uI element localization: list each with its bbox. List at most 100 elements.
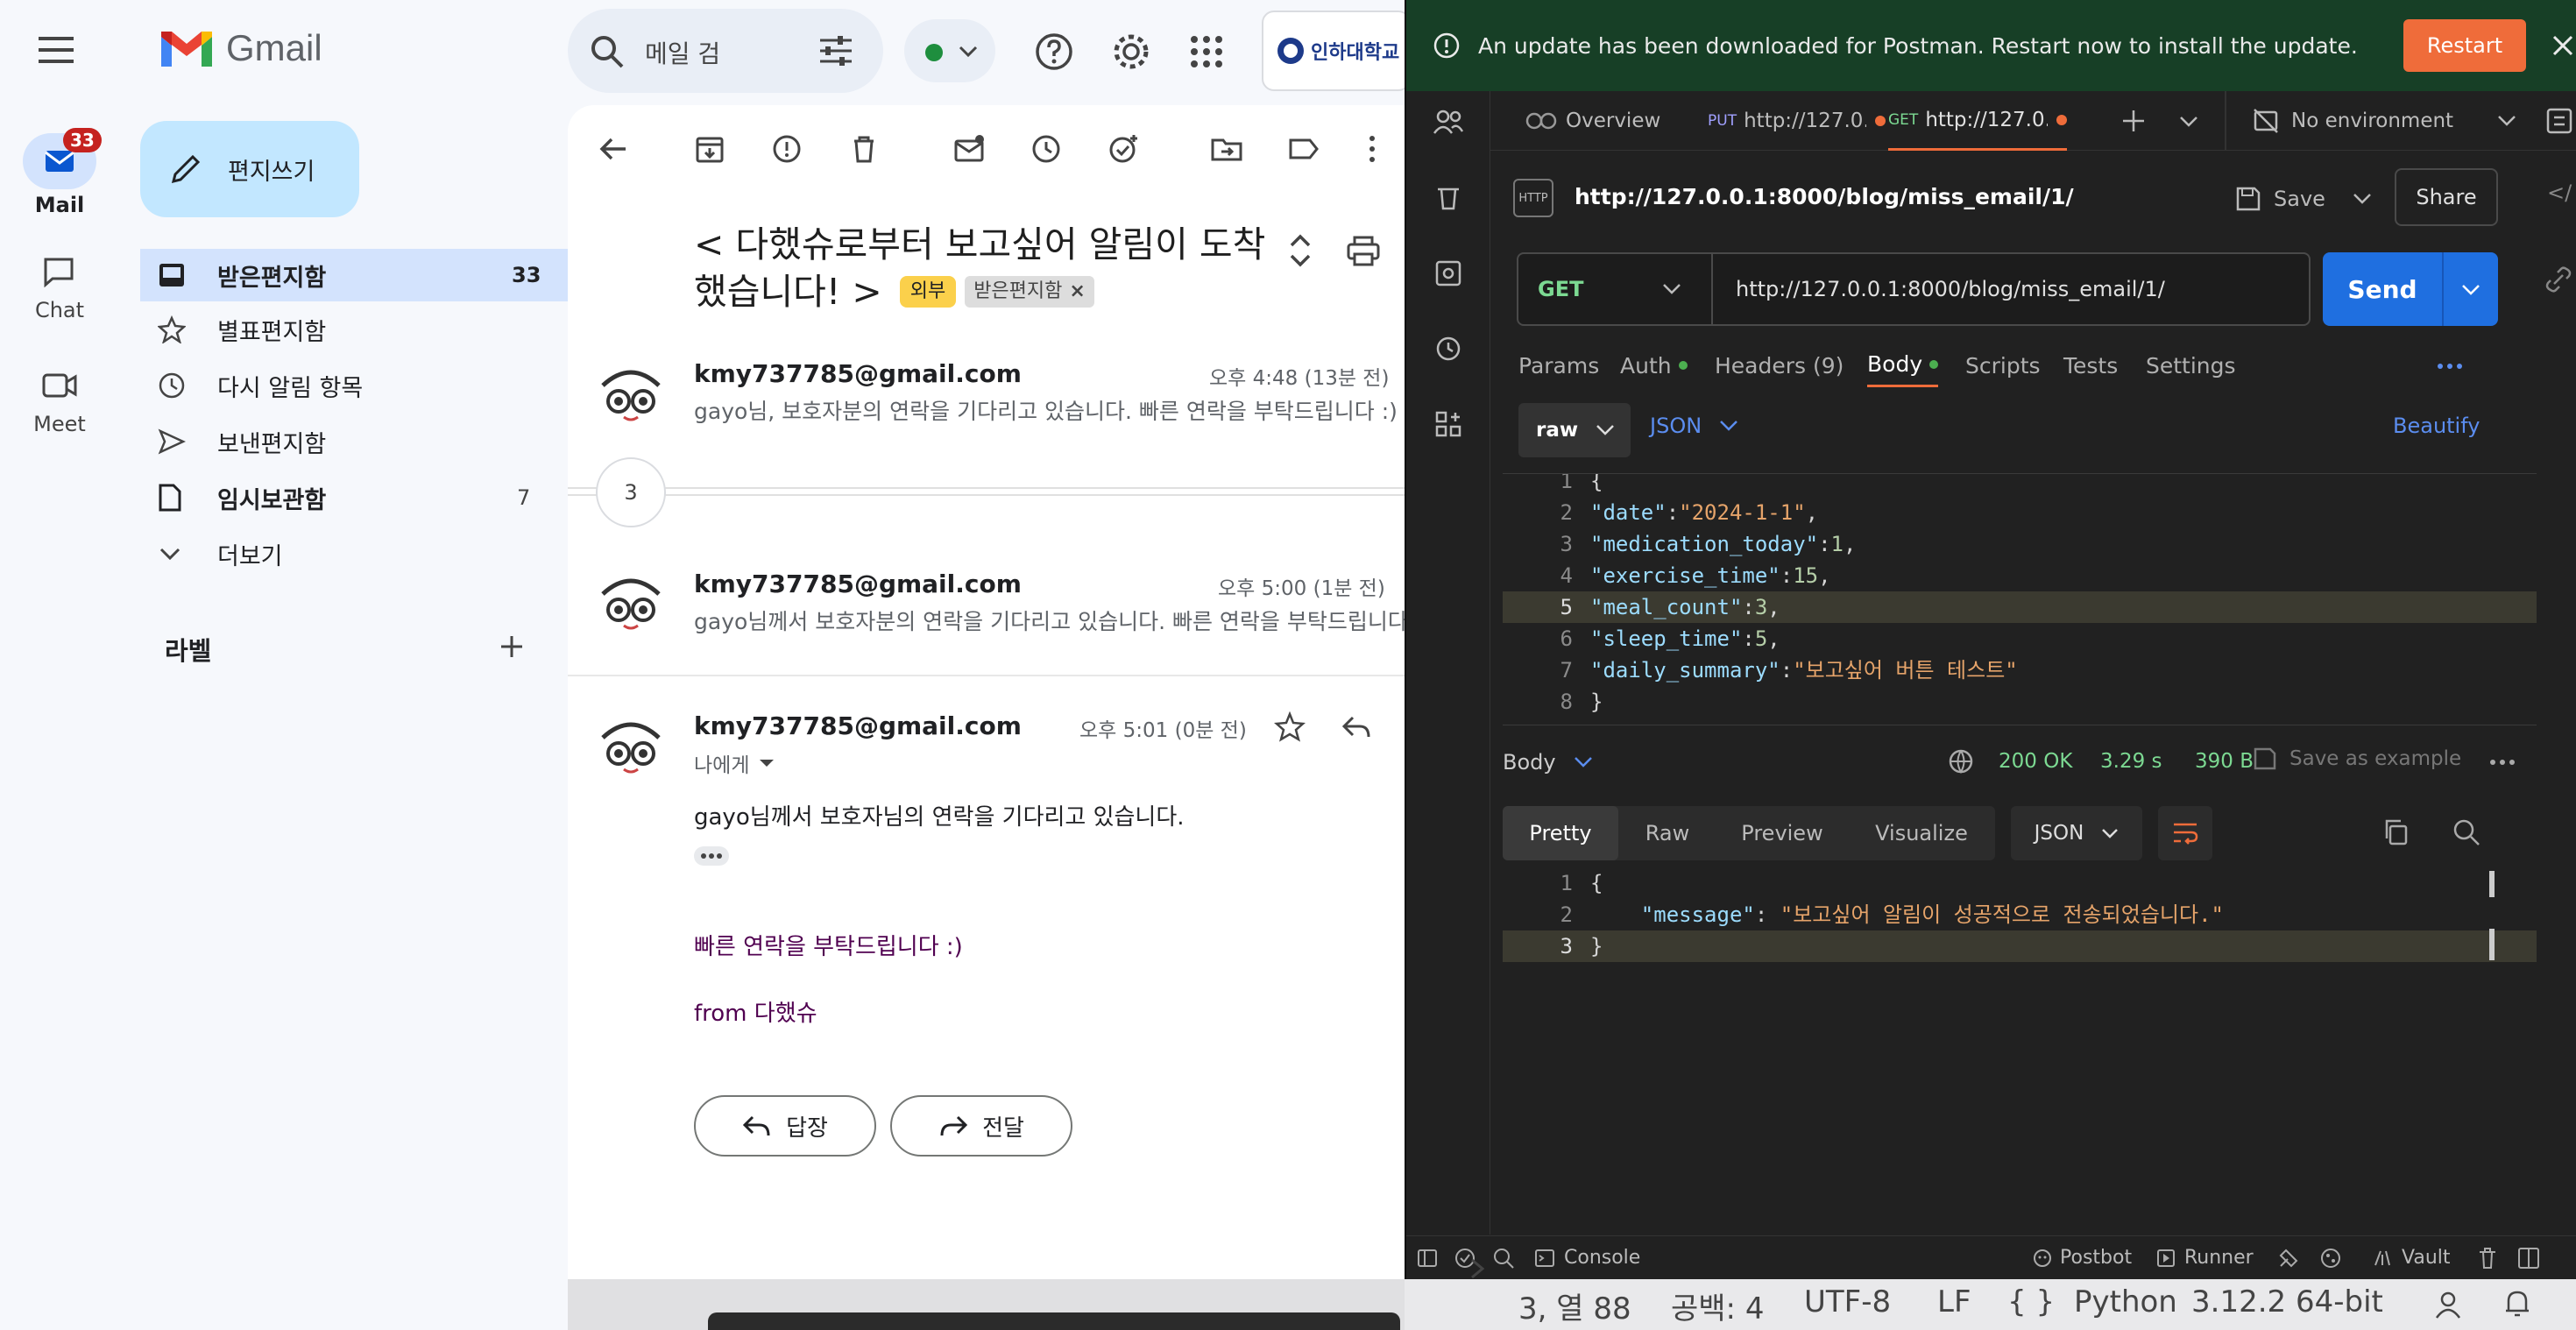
body-mode-selector[interactable]: raw [1518,403,1631,457]
cursor-position[interactable]: 3, 열 88 [1518,1284,1631,1327]
response-status[interactable]: 200 OK [1999,750,2072,773]
toggle-sidebar-icon[interactable] [1417,1249,1438,1268]
status-selector[interactable] [904,19,995,82]
org-account-chip[interactable]: 인하대학교 [1262,11,1411,91]
req-tab-tests[interactable]: Tests [2063,343,2118,387]
share-button[interactable]: Share [2395,168,2498,226]
send-options-icon[interactable] [2461,284,2480,296]
runner-button[interactable]: Runner [2156,1247,2254,1269]
add-task-icon[interactable] [1106,131,1141,166]
request-body-editor[interactable]: 1{ 2 "date":"2024-1-1", 3 "medication_toda… [1503,473,2537,725]
message-1-snippet[interactable]: gayo님, 보호자분의 연락을 기다리고 있습니다. 빠른 연락을 부탁드립니… [694,394,1398,426]
capture-requests-icon[interactable] [2277,1247,2300,1270]
req-tab-settings[interactable]: Settings [2146,343,2236,387]
save-button[interactable]: Save [2235,179,2325,219]
forward-button[interactable]: 전달 [890,1095,1072,1157]
copy-icon[interactable] [2382,818,2409,846]
environment-selector[interactable]: No environment [2253,91,2516,151]
help-icon[interactable] [1034,32,1074,72]
reply-arrow-icon[interactable] [1341,713,1372,741]
req-tab-headers[interactable]: Headers (9) [1715,343,1844,387]
language-mode[interactable]: Python [2074,1284,2177,1319]
remove-label-icon[interactable]: × [1069,276,1085,308]
body-format-selector[interactable]: JSON [1650,414,1738,438]
rail-chat[interactable]: Chat [0,256,119,322]
add-label-icon[interactable] [498,633,526,661]
console-button[interactable]: Console [1534,1247,1640,1269]
apis-grid-icon[interactable] [1434,410,1462,438]
print-icon[interactable] [1346,235,1381,266]
save-as-example-button[interactable]: Save as example [2253,746,2461,771]
response-time[interactable]: 3.29 s [2100,750,2162,773]
view-tab-visualize[interactable]: Visualize [1848,806,1995,860]
code-snippet-icon[interactable]: </ [2547,180,2572,205]
star-icon[interactable] [1274,711,1306,743]
show-trimmed-content-icon[interactable] [694,846,729,866]
archive-icon[interactable] [692,131,727,166]
view-tab-raw[interactable]: Raw [1618,806,1716,860]
trash-icon[interactable] [2477,1247,2498,1270]
response-format-selector[interactable]: JSON [2011,806,2142,860]
send-button[interactable]: Send [2323,252,2442,326]
req-tab-auth[interactable]: Auth [1620,343,1688,387]
response-section-toggle[interactable]: Body [1503,750,1593,775]
snooze-clock-icon[interactable] [1029,131,1064,166]
main-menu-icon[interactable] [39,35,77,65]
tab-overview[interactable]: Overview [1525,91,1660,151]
message-2-snippet[interactable]: gayo님께서 보호자분의 연락을 기다리고 있습니다. 빠른 연락을 부탁드립… [694,605,1422,636]
more-vertical-icon[interactable] [1363,131,1398,166]
tab-get-request[interactable]: GET http://127.0.0 [1888,91,2068,151]
indentation-setting[interactable]: 공백: 4 [1671,1284,1764,1327]
team-people-icon[interactable] [1433,109,1464,135]
apps-grid-icon[interactable] [1190,35,1223,68]
req-tab-scripts[interactable]: Scripts [1965,343,2041,387]
related-link-icon[interactable] [2545,266,2572,293]
message-2-sender[interactable]: kmy737785@gmail.com [694,569,1022,598]
reply-button[interactable]: 답장 [694,1095,876,1157]
expand-all-icon[interactable] [1288,231,1313,270]
layout-panes-icon[interactable] [2517,1247,2540,1270]
search-input[interactable]: 메일 검 [645,35,720,70]
beautify-button[interactable]: Beautify [2393,414,2480,438]
wrap-lines-toggle[interactable] [2158,806,2212,860]
compose-button[interactable]: 편지쓰기 [140,121,359,217]
cookies-icon[interactable] [2319,1247,2342,1270]
method-selector[interactable]: GET [1518,254,1713,324]
search-icon[interactable] [2452,818,2480,846]
file-encoding[interactable]: UTF-8 [1804,1284,1891,1319]
response-body-viewer[interactable]: 1{ 2 "message": "보고싶어 알림이 성공적으로 전송되었습니다.… [1503,867,2537,973]
rail-meet[interactable]: Meet [0,370,119,436]
collapsed-messages-count[interactable]: 3 [596,457,666,527]
vault-button[interactable]: Vault [2372,1247,2451,1269]
collections-trash-icon[interactable] [1434,184,1462,212]
postbot-button[interactable]: Postbot [2032,1247,2132,1269]
accounts-person-icon[interactable] [2433,1290,2463,1319]
network-globe-icon[interactable] [1948,748,1974,775]
response-size[interactable]: 390 B [2195,750,2254,773]
delete-trash-icon[interactable] [846,131,881,166]
restart-button[interactable]: Restart [2403,19,2526,72]
more-horizontal-icon[interactable] [2437,363,2463,370]
request-title[interactable]: http://127.0.0.1:8000/blog/miss_email/1/ [1575,184,2074,209]
environment-quicklook-icon[interactable] [2545,107,2573,135]
label-tag-icon[interactable] [1286,131,1321,166]
req-tab-params[interactable]: Params [1518,343,1599,387]
close-banner-icon[interactable] [2551,33,2575,58]
message-3-sender[interactable]: kmy737785@gmail.com [694,711,1022,740]
settings-gear-icon[interactable] [1111,32,1151,72]
find-icon[interactable] [1492,1247,1515,1270]
line-ending[interactable]: LF [1937,1284,1971,1319]
python-interpreter[interactable]: 3.12.2 64-bit [2191,1284,2383,1319]
notifications-bell-icon[interactable] [2503,1288,2531,1319]
back-arrow-icon[interactable] [596,131,631,166]
search-options-icon[interactable] [818,35,853,67]
req-tab-body[interactable]: Body [1867,343,1939,387]
view-tab-pretty[interactable]: Pretty [1503,806,1618,860]
rail-mail[interactable]: 33 Mail [0,128,119,217]
tab-put-request[interactable]: PUT http://127.0.0 [1708,91,1886,151]
move-to-folder-icon[interactable] [1209,131,1244,166]
search-bar[interactable]: 메일 검 [568,9,883,93]
tabs-dropdown-icon[interactable] [2179,116,2198,128]
new-tab-plus-icon[interactable] [2121,109,2146,133]
mark-unread-icon[interactable] [952,131,987,166]
